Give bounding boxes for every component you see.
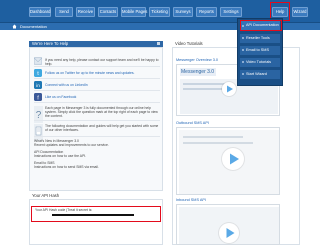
collapse-icon[interactable] bbox=[157, 42, 160, 45]
divider bbox=[34, 120, 160, 121]
video-label-outbound-sms-api[interactable]: Outbound SMS API bbox=[176, 121, 209, 126]
nav-dashboard[interactable]: Dashboard bbox=[29, 7, 51, 17]
online-help-text: Each page in Messenger 3 is fully docume… bbox=[45, 106, 158, 118]
nav-contacts[interactable]: Contacts bbox=[98, 7, 118, 17]
breadcrumb-documentation[interactable]: Documentation bbox=[20, 24, 47, 29]
home-icon[interactable] bbox=[12, 24, 17, 29]
bullet-icon bbox=[242, 61, 244, 63]
help-panel bbox=[29, 47, 163, 191]
facebook-icon[interactable]: f bbox=[34, 93, 42, 101]
nav-wizard[interactable]: Wizard bbox=[292, 7, 308, 17]
nav-send[interactable]: Send bbox=[55, 7, 73, 17]
facebook-link[interactable]: Like us on Facebook bbox=[45, 95, 160, 99]
support-contact-text: If you need any help, please contact our… bbox=[45, 58, 159, 66]
bullet-icon bbox=[242, 37, 244, 39]
play-button-icon[interactable] bbox=[219, 223, 239, 243]
play-button-icon[interactable] bbox=[222, 82, 236, 96]
nav-reports[interactable]: Reports bbox=[196, 7, 217, 17]
divider bbox=[34, 136, 160, 137]
divider bbox=[34, 78, 160, 79]
api-hash-label: Your API Hash code (Treat it secret is: bbox=[35, 208, 93, 212]
bullet-icon bbox=[242, 73, 244, 75]
divider bbox=[34, 90, 160, 91]
bullet-icon bbox=[242, 25, 244, 27]
nav-receive[interactable]: Receive bbox=[76, 7, 95, 17]
twitter-icon[interactable]: t bbox=[34, 69, 42, 77]
api-hash-redacted bbox=[52, 214, 134, 216]
api-documentation-highlight-box bbox=[240, 20, 282, 31]
whats-new-description: Recent updates and improvements to our s… bbox=[34, 143, 109, 147]
bullet-icon bbox=[242, 49, 244, 51]
menu-item-reseller-tools[interactable]: Reseller Tools bbox=[240, 34, 280, 43]
video-thumb-title: Messenger 3.0 bbox=[181, 69, 215, 75]
divider bbox=[34, 66, 160, 67]
nav-surveys[interactable]: Surveys bbox=[173, 7, 193, 17]
svg-text:in: in bbox=[36, 83, 40, 89]
documentation-intro-text: The following documentation and guides w… bbox=[45, 124, 159, 132]
email-to-sms-description: Instructions on how to send SMS via emai… bbox=[34, 165, 99, 169]
email-icon bbox=[34, 57, 42, 65]
video-label-inbound-sms-api[interactable]: Inbound SMS API bbox=[176, 198, 206, 203]
play-button-icon[interactable] bbox=[222, 148, 244, 170]
linkedin-link[interactable]: Connect with us on LinkedIn bbox=[45, 83, 160, 87]
video-label-overview[interactable]: Messenger Overview 3.0 bbox=[176, 58, 218, 63]
twitter-link[interactable]: Follow us on Twitter for up to the minut… bbox=[45, 71, 160, 75]
nav-ticketing[interactable]: Ticketing bbox=[149, 7, 170, 17]
nav-mobile-pages[interactable]: Mobile Pages bbox=[121, 7, 147, 17]
api-documentation-description: Instructions on how to use the API. bbox=[34, 154, 87, 158]
menu-item-video-tutorials[interactable]: Video Tutorials bbox=[240, 58, 280, 67]
menu-item-start-wizard[interactable]: Start Wizard bbox=[240, 70, 280, 79]
linkedin-icon[interactable]: in bbox=[34, 81, 42, 89]
nav-settings[interactable]: Settings bbox=[220, 7, 242, 17]
menu-item-email-to-sms[interactable]: Email to SMS bbox=[240, 46, 280, 55]
divider bbox=[34, 102, 160, 103]
